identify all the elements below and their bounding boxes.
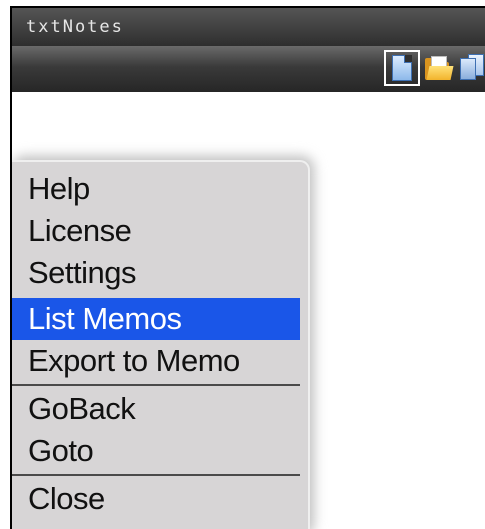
toolbar <box>12 46 485 92</box>
menu-item-settings[interactable]: Settings <box>12 252 300 294</box>
new-document-icon[interactable] <box>384 50 420 86</box>
menu-separator <box>12 384 300 386</box>
menu-item-goback[interactable]: GoBack <box>12 388 300 430</box>
menu-separator <box>12 474 300 476</box>
menu-item-close[interactable]: Close <box>12 478 300 520</box>
app-title-bar: txtNotes <box>12 8 485 46</box>
menu-item-list-memos[interactable]: List Memos <box>12 298 300 340</box>
menu-item-goto[interactable]: Goto <box>12 430 300 472</box>
context-menu: Help License Settings List Memos Export … <box>12 160 310 529</box>
save-as-icon[interactable] <box>456 52 485 84</box>
device-screen: txtNotes Help License Settings List Memo… <box>10 6 485 529</box>
menu-item-license[interactable]: License <box>12 210 300 252</box>
open-folder-icon[interactable] <box>422 52 454 84</box>
menu-item-help[interactable]: Help <box>12 168 300 210</box>
app-title: txtNotes <box>26 17 124 37</box>
menu-item-export-to-memo[interactable]: Export to Memo <box>12 340 300 382</box>
